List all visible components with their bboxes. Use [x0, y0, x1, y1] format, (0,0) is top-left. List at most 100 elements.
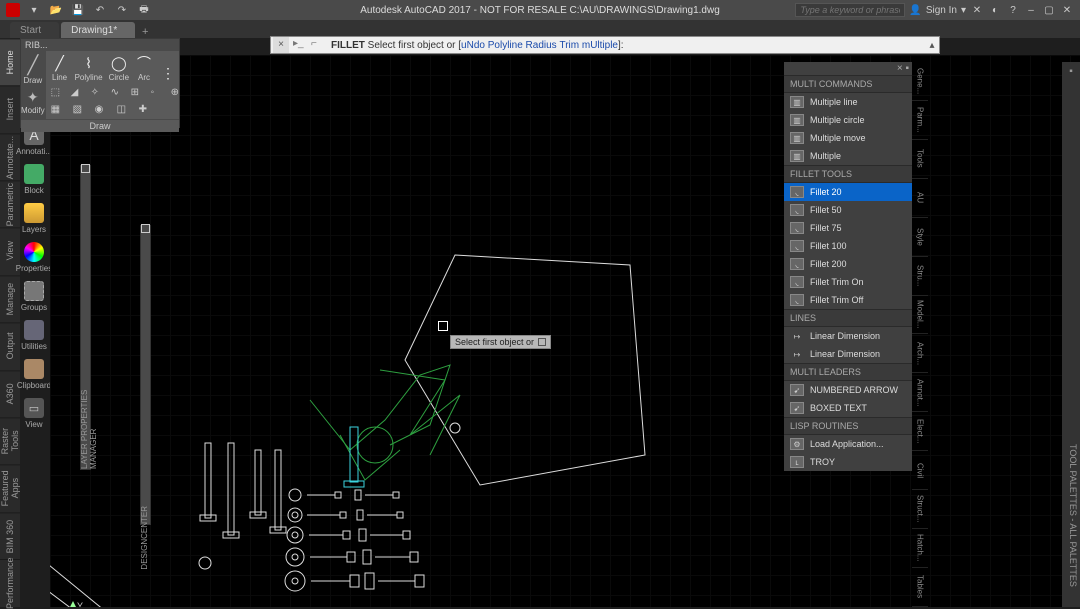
ptab-4[interactable]: Style — [912, 218, 928, 257]
tool-small-1[interactable]: ⬚ — [51, 87, 63, 99]
tool-more[interactable]: ⋮ — [159, 64, 177, 82]
ribbon-tab-output[interactable]: Output — [0, 322, 20, 369]
help-search-input[interactable] — [795, 3, 905, 17]
open-icon[interactable]: 📂 — [48, 2, 64, 18]
cmd-history-icon[interactable]: ▴ — [925, 40, 939, 51]
item-multiple-move[interactable]: ▥Multiple move — [784, 129, 912, 147]
ptab-2[interactable]: Tools — [912, 140, 928, 179]
ptab-7[interactable]: Arch... — [912, 334, 928, 373]
undo-icon[interactable]: ↶ — [92, 2, 108, 18]
mod-small-3[interactable]: ◉ — [95, 104, 107, 116]
item-numbered-arrow[interactable]: ➹NUMBERED ARROW — [784, 381, 912, 399]
ribbon-tab-home[interactable]: Home — [0, 38, 20, 85]
tool-small-6[interactable]: ◦ — [151, 87, 163, 99]
tab-drawing1[interactable]: Drawing1* — [61, 22, 135, 38]
ribbon-tab-insert[interactable]: Insert — [0, 85, 20, 132]
ribbon-tab-bim360[interactable]: BIM 360 — [0, 512, 20, 559]
item-boxed-text[interactable]: ➹BOXED TEXT — [784, 399, 912, 417]
tool-small-4[interactable]: ∿ — [111, 87, 123, 99]
line-tool-icon[interactable]: ╱ — [22, 55, 44, 76]
item-multiple[interactable]: ▥Multiple — [784, 147, 912, 165]
close-icon[interactable]: ✕ — [1060, 3, 1074, 17]
print-icon[interactable]: 🖶 — [136, 2, 152, 18]
mod-small-4[interactable]: ◫ — [117, 104, 129, 116]
side-layers[interactable]: Layers — [20, 200, 48, 237]
item-fillet-100[interactable]: ◟Fillet 100 — [784, 237, 912, 255]
item-multiple-line[interactable]: ▥Multiple line — [784, 93, 912, 111]
a360-icon[interactable]: ◐ — [988, 3, 1002, 17]
ptab-11[interactable]: Struct... — [912, 490, 928, 529]
side-block[interactable]: Block — [20, 161, 48, 198]
palette-close-icon[interactable]: × ▪ — [784, 62, 912, 75]
tool-small-3[interactable]: ✧ — [91, 87, 103, 99]
maximize-icon[interactable]: ▢ — [1042, 3, 1056, 17]
side-properties[interactable]: Properties — [20, 239, 48, 276]
tool-small-2[interactable]: ◢ — [71, 87, 83, 99]
tool-line[interactable]: ╱Line — [51, 54, 69, 82]
tool-small-7[interactable]: ⊕ — [171, 87, 183, 99]
ribbon-panel-footer[interactable]: Draw — [21, 119, 179, 132]
ptab-6[interactable]: Model... — [912, 296, 928, 335]
tool-palettes-bar[interactable]: ▪ TOOL PALETTES - ALL PALETTES — [1062, 62, 1080, 607]
tool-circle[interactable]: ◯Circle — [109, 54, 129, 82]
exchange-icon[interactable]: ✕ — [970, 3, 984, 17]
ptab-3[interactable]: AU — [912, 179, 928, 218]
side-view[interactable]: ▭View — [20, 395, 48, 432]
ribbon-tab-performance[interactable]: Performance — [0, 559, 20, 607]
ptab-10[interactable]: Civil — [912, 451, 928, 490]
ptab-13[interactable]: Tables — [912, 568, 928, 607]
modify-tool-icon[interactable]: ✦ — [22, 89, 44, 106]
palette-designcenter[interactable]: DESIGNCENTER — [140, 225, 151, 525]
ribbon-tab-rastertools[interactable]: Raster Tools — [0, 417, 20, 464]
item-load-app[interactable]: ⚙Load Application... — [784, 435, 912, 453]
ribbon-tab-featured[interactable]: Featured Apps — [0, 464, 20, 511]
mod-small-1[interactable]: ▦ — [51, 104, 63, 116]
ribbon-tab-annotate[interactable]: Annotate... — [0, 133, 20, 180]
tab-start[interactable]: Start — [10, 22, 59, 38]
tooltip-options-icon[interactable] — [538, 338, 546, 346]
item-fillet-75[interactable]: ◟Fillet 75 — [784, 219, 912, 237]
palette-handle-icon[interactable] — [141, 224, 150, 233]
item-fillet-50[interactable]: ◟Fillet 50 — [784, 201, 912, 219]
cmd-close-icon[interactable]: × — [273, 37, 289, 53]
ptab-8[interactable]: Annot... — [912, 373, 928, 412]
ptab-9[interactable]: Elect... — [912, 412, 928, 451]
ptab-12[interactable]: Hatch... — [912, 529, 928, 568]
redo-icon[interactable]: ↷ — [114, 2, 130, 18]
help-icon[interactable]: ? — [1006, 3, 1020, 17]
palette-handle-icon[interactable] — [81, 164, 90, 173]
palette-layer-properties[interactable]: LAYER PROPERTIES MANAGER — [80, 165, 91, 470]
mod-small-2[interactable]: ▧ — [73, 104, 85, 116]
tool-arc[interactable]: ⌒Arc — [135, 54, 153, 82]
side-utilities[interactable]: Utilities — [20, 317, 48, 354]
qat-menu-icon[interactable]: ▾ — [26, 2, 42, 18]
item-fillet-trim-off[interactable]: ◟Fillet Trim Off — [784, 291, 912, 309]
side-clipboard[interactable]: Clipboard — [20, 356, 48, 393]
section-fillet-tools: FILLET TOOLS — [784, 165, 912, 183]
mod-small-5[interactable]: ✚ — [139, 104, 151, 116]
signin-button[interactable]: 👤 Sign In ▾ — [909, 5, 966, 16]
item-troy[interactable]: ʟTROY — [784, 453, 912, 471]
tool-palettes-label: TOOL PALETTES - ALL PALETTES — [1068, 444, 1078, 587]
fillet-icon: ◟ — [790, 186, 804, 198]
ribbon-tab-manage[interactable]: Manage — [0, 275, 20, 322]
ribbon-tab-parametric[interactable]: Parametric — [0, 180, 20, 227]
item-fillet-20[interactable]: ◟Fillet 20 — [784, 183, 912, 201]
ribbon-tab-a360[interactable]: A360 — [0, 370, 20, 417]
tool-polyline[interactable]: ⌇Polyline — [75, 54, 103, 82]
item-fillet-200[interactable]: ◟Fillet 200 — [784, 255, 912, 273]
tool-small-5[interactable]: ⊞ — [131, 87, 143, 99]
ptab-1[interactable]: Parm... — [912, 101, 928, 140]
minimize-icon[interactable]: – — [1024, 3, 1038, 17]
item-linear-dim-1[interactable]: ↦Linear Dimension — [784, 327, 912, 345]
item-multiple-circle[interactable]: ▥Multiple circle — [784, 111, 912, 129]
ptab-0[interactable]: Gene... — [912, 62, 928, 101]
item-linear-dim-2[interactable]: ↦Linear Dimension — [784, 345, 912, 363]
side-groups[interactable]: Groups — [20, 278, 48, 315]
save-icon[interactable]: 💾 — [70, 2, 86, 18]
item-fillet-trim-on[interactable]: ◟Fillet Trim On — [784, 273, 912, 291]
new-tab-button[interactable]: + — [137, 26, 153, 38]
command-line[interactable]: × ▸_ ⌐ FILLET Select first object or [uN… — [270, 36, 940, 54]
palette-bar-handle-icon[interactable]: ▪ — [1062, 62, 1080, 77]
ptab-5[interactable]: Stru... — [912, 257, 928, 296]
